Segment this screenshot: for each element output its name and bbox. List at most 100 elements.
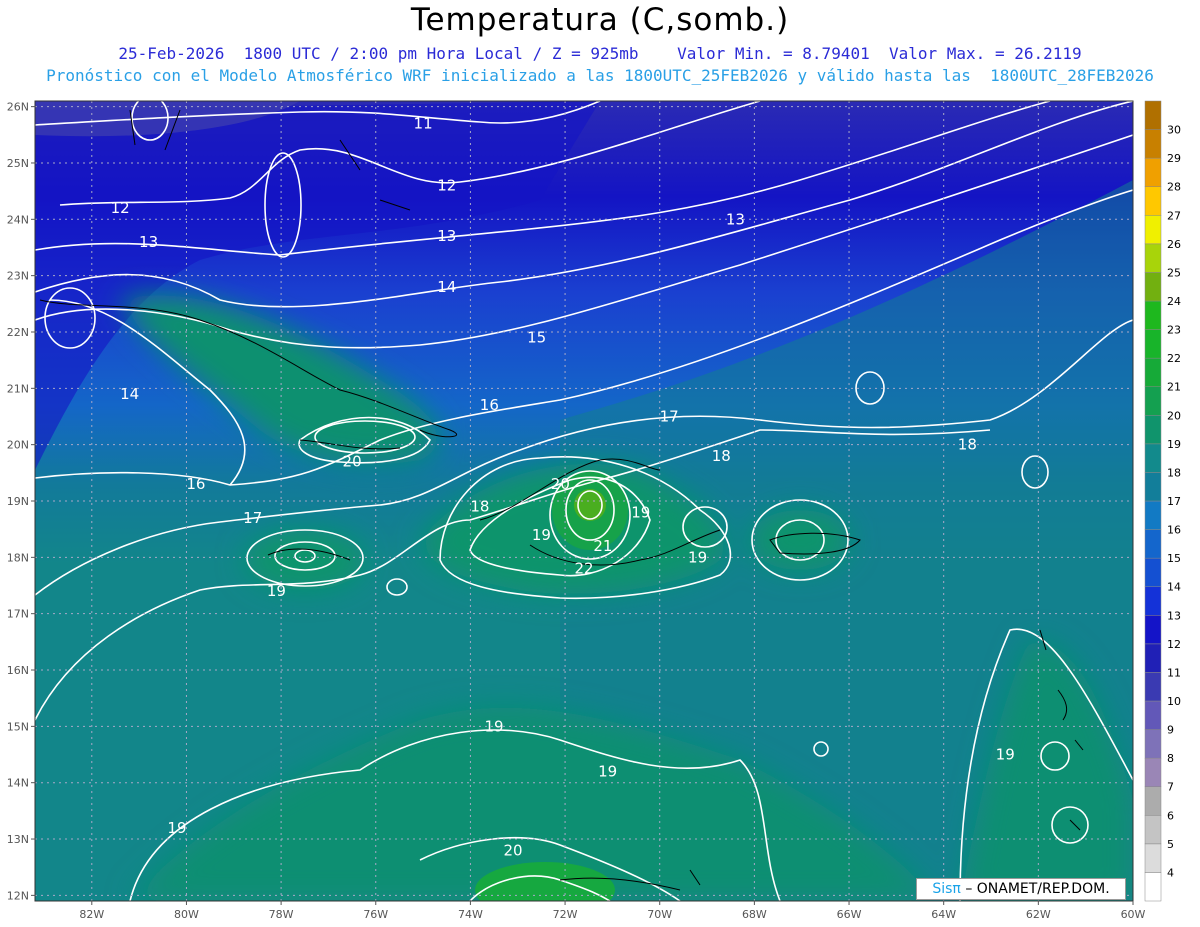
lon-label-64W: 64W	[931, 908, 956, 921]
contour-label: 14	[120, 385, 139, 403]
credit-box: Sisπ – ONAMET/REP.DOM.	[916, 878, 1126, 900]
colorbar-swatch	[1144, 872, 1162, 902]
lon-label-82W: 82W	[79, 908, 104, 921]
colorbar-label-12: 12	[1167, 638, 1181, 651]
contour-label: 18	[712, 447, 731, 465]
lon-label-72W: 72W	[553, 908, 578, 921]
colorbar-label-23: 23	[1167, 324, 1181, 337]
colorbar-swatch	[1144, 415, 1162, 445]
field-south-peak	[475, 862, 615, 901]
lat-label-23N: 23N	[7, 270, 29, 283]
colorbar-label-26: 26	[1167, 238, 1181, 251]
colorbar-swatch	[1144, 243, 1162, 273]
colorbar-swatch	[1144, 672, 1162, 702]
lon-label-74W: 74W	[458, 908, 483, 921]
lon-label-66W: 66W	[837, 908, 862, 921]
lat-label-26N: 26N	[7, 101, 29, 114]
contour-label: 12	[111, 199, 130, 217]
lat-label-17N: 17N	[7, 608, 29, 621]
contour-label: 19	[167, 819, 186, 837]
lat-label-15N: 15N	[7, 720, 29, 733]
lon-label-60W: 60W	[1121, 908, 1146, 921]
contour-label: 18	[958, 436, 977, 454]
contour-label: 19	[631, 503, 650, 521]
field-pr-warm	[750, 510, 850, 570]
lat-label-13N: 13N	[7, 833, 29, 846]
lat-label-22N: 22N	[7, 326, 29, 339]
contour-label: 19	[996, 746, 1015, 764]
colorbar-swatch	[1144, 129, 1162, 159]
contour-label: 19	[598, 762, 617, 780]
lat-label-20N: 20N	[7, 439, 29, 452]
colorbar-swatch	[1144, 272, 1162, 302]
contour-label: 20	[551, 475, 570, 493]
contour-label: 12	[437, 177, 456, 195]
colorbar-label-30: 30	[1167, 124, 1181, 137]
contour-label: 19	[688, 548, 707, 566]
contour-label: 13	[726, 210, 745, 228]
lat-label-12N: 12N	[7, 889, 29, 902]
colorbar-swatch	[1144, 529, 1162, 559]
colorbar-label-14: 14	[1167, 581, 1181, 594]
colorbar-swatch	[1144, 586, 1162, 616]
colorbar-label-21: 21	[1167, 381, 1181, 394]
colorbar-label-16: 16	[1167, 524, 1181, 537]
colorbar-label-4: 4	[1167, 866, 1174, 879]
colorbar-swatch	[1144, 815, 1162, 845]
contour-label: 11	[414, 115, 433, 133]
lat-label-14N: 14N	[7, 777, 29, 790]
lat-label-24N: 24N	[7, 213, 29, 226]
credit-text: – ONAMET/REP.DOM.	[965, 881, 1110, 897]
lon-label-76W: 76W	[363, 908, 388, 921]
contour-label: 19	[485, 717, 504, 735]
colorbar-label-6: 6	[1167, 809, 1174, 822]
colorbar-label-20: 20	[1167, 409, 1181, 422]
colorbar-label-15: 15	[1167, 552, 1181, 565]
colorbar-swatch	[1144, 643, 1162, 673]
colorbar-label-29: 29	[1167, 152, 1181, 165]
colorbar-swatch	[1144, 443, 1162, 473]
sispi-logo: Sisπ	[932, 881, 961, 897]
colorbar-swatch	[1144, 186, 1162, 216]
colorbar-swatch	[1144, 843, 1162, 873]
contour-label: 18	[470, 498, 489, 516]
contour-label: 20	[343, 453, 362, 471]
colorbar-swatch	[1144, 329, 1162, 359]
colorbar-swatch	[1144, 215, 1162, 245]
colorbar-swatch	[1144, 157, 1162, 187]
colorbar-swatch	[1144, 357, 1162, 387]
colorbar-label-25: 25	[1167, 266, 1181, 279]
colorbar-swatch	[1144, 729, 1162, 759]
colorbar-swatch	[1144, 786, 1162, 816]
contour-label: 15	[527, 329, 546, 347]
colorbar-label-17: 17	[1167, 495, 1181, 508]
colorbar-swatch	[1144, 500, 1162, 530]
contour-label: 16	[186, 475, 205, 493]
lat-label-19N: 19N	[7, 495, 29, 508]
contour-label: 19	[267, 582, 286, 600]
colorbar-swatch	[1144, 700, 1162, 730]
colorbar-label-18: 18	[1167, 466, 1181, 479]
colorbar-label-10: 10	[1167, 695, 1181, 708]
contour-label: 14	[437, 278, 456, 296]
colorbar-label-27: 27	[1167, 209, 1181, 222]
colorbar-label-13: 13	[1167, 609, 1181, 622]
contour-label: 13	[139, 233, 158, 251]
lon-label-80W: 80W	[174, 908, 199, 921]
colorbar-swatch	[1144, 557, 1162, 587]
contour-label: 19	[532, 526, 551, 544]
colorbar-label-7: 7	[1167, 781, 1174, 794]
contour-label: 16	[480, 396, 499, 414]
colorbar-swatch	[1144, 615, 1162, 645]
lat-label-21N: 21N	[7, 382, 29, 395]
colorbar: 4 5 6 7 8 9 10 11 12 13 14 15 16 17 18 19 20 21 22 23 24 25 26…	[1144, 100, 1181, 902]
colorbar-swatch	[1144, 386, 1162, 416]
contour-label: 22	[574, 560, 593, 578]
colorbar-label-28: 28	[1167, 181, 1181, 194]
lon-label-70W: 70W	[647, 908, 672, 921]
colorbar-label-24: 24	[1167, 295, 1181, 308]
contour-label: 17	[660, 407, 679, 425]
lat-label-16N: 16N	[7, 664, 29, 677]
contour-label: 21	[593, 537, 612, 555]
colorbar-swatch	[1144, 472, 1162, 502]
